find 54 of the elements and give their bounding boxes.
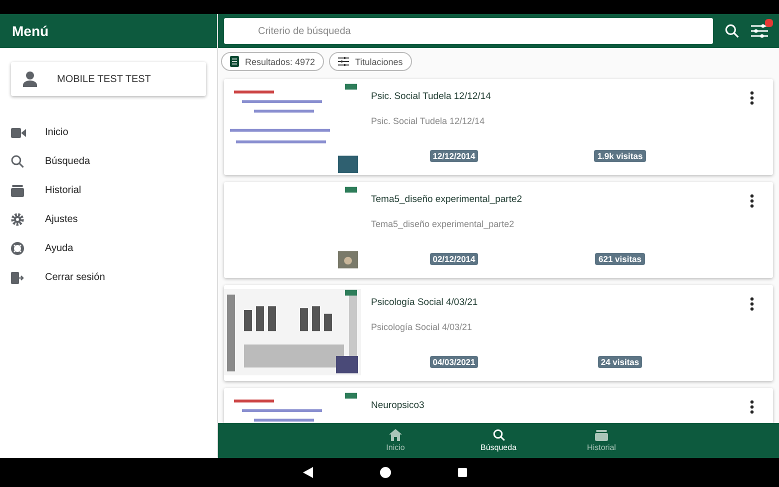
video-card[interactable]: Neuropsico3 <box>224 388 773 423</box>
filter-sliders-icon[interactable] <box>751 24 769 38</box>
menu-item[interactable]: Ajustes <box>0 205 217 234</box>
video-description: Tema5_diseño experimental_parte2 <box>371 219 514 229</box>
search-icon <box>11 155 24 168</box>
recents-icon[interactable] <box>458 468 466 477</box>
video-description: Psic. Social Tudela 12/12/14 <box>371 116 485 126</box>
back-icon[interactable] <box>302 467 312 478</box>
menu-item[interactable]: Ayuda <box>0 234 217 263</box>
video-title: Neuropsico3 <box>371 400 424 411</box>
exit-icon <box>11 272 24 284</box>
sliders-icon <box>338 57 350 66</box>
menu-title: Menú <box>12 23 49 39</box>
document-icon <box>230 56 239 67</box>
box-icon <box>595 430 608 440</box>
search-icon[interactable] <box>725 24 739 38</box>
video-card[interactable]: Psic. Social Tudela 12/12/14 Psic. Social Tudela 12/12/14 12/12/2014 1.9k visitas <box>224 79 773 175</box>
nav-tab[interactable]: Historial <box>578 423 626 458</box>
box-icon <box>11 184 24 196</box>
nav-tab[interactable]: Inicio <box>372 423 420 458</box>
lifebuoy-icon <box>11 242 24 255</box>
search-icon <box>492 429 504 441</box>
more-options-icon[interactable] <box>750 91 754 105</box>
views-tag: 1.9k visitas <box>594 150 646 162</box>
notification-badge <box>765 19 773 27</box>
more-options-icon[interactable] <box>750 194 754 208</box>
gear-icon <box>11 213 24 226</box>
user-name: MOBILE TEST TEST <box>57 74 151 84</box>
filter-chip[interactable]: Titulaciones <box>329 52 412 71</box>
home-icon <box>389 429 402 441</box>
nav-tab[interactable]: Búsqueda <box>474 423 522 458</box>
person-icon <box>23 71 37 87</box>
views-tag: 621 visitas <box>595 253 644 265</box>
menu-item[interactable]: Inicio <box>0 118 217 147</box>
more-options-icon[interactable] <box>750 297 754 311</box>
video-camera-icon <box>11 128 26 138</box>
more-options-icon[interactable] <box>750 400 754 414</box>
video-card[interactable]: Tema5_diseño experimental_parte2 Tema5_diseño experimental_parte2 02/12/2014 621 visitas <box>224 182 773 278</box>
views-tag: 24 visitas <box>598 356 642 368</box>
video-title: Tema5_diseño experimental_parte2 <box>371 194 522 205</box>
home-circle-icon[interactable] <box>380 467 390 478</box>
video-card[interactable]: Psicología Social 4/03/21 Psicología Social 4/03/21 04/03/2021 24 visitas <box>224 285 773 381</box>
menu-item[interactable]: Historial <box>0 176 217 205</box>
date-tag: 12/12/2014 <box>430 150 478 162</box>
date-tag: 04/03/2021 <box>430 356 478 368</box>
video-title: Psic. Social Tudela 12/12/14 <box>371 91 491 102</box>
menu-item[interactable]: Búsqueda <box>0 147 217 176</box>
filter-chip[interactable]: Resultados: 4972 <box>221 52 324 71</box>
menu-item[interactable]: Cerrar sesión <box>0 263 217 292</box>
video-title: Psicología Social 4/03/21 <box>371 297 478 308</box>
search-field[interactable]: Criterio de búsqueda <box>224 18 713 44</box>
video-description: Psicología Social 4/03/21 <box>371 322 472 332</box>
user-card[interactable]: MOBILE TEST TEST <box>11 62 206 96</box>
date-tag: 02/12/2014 <box>430 253 478 265</box>
